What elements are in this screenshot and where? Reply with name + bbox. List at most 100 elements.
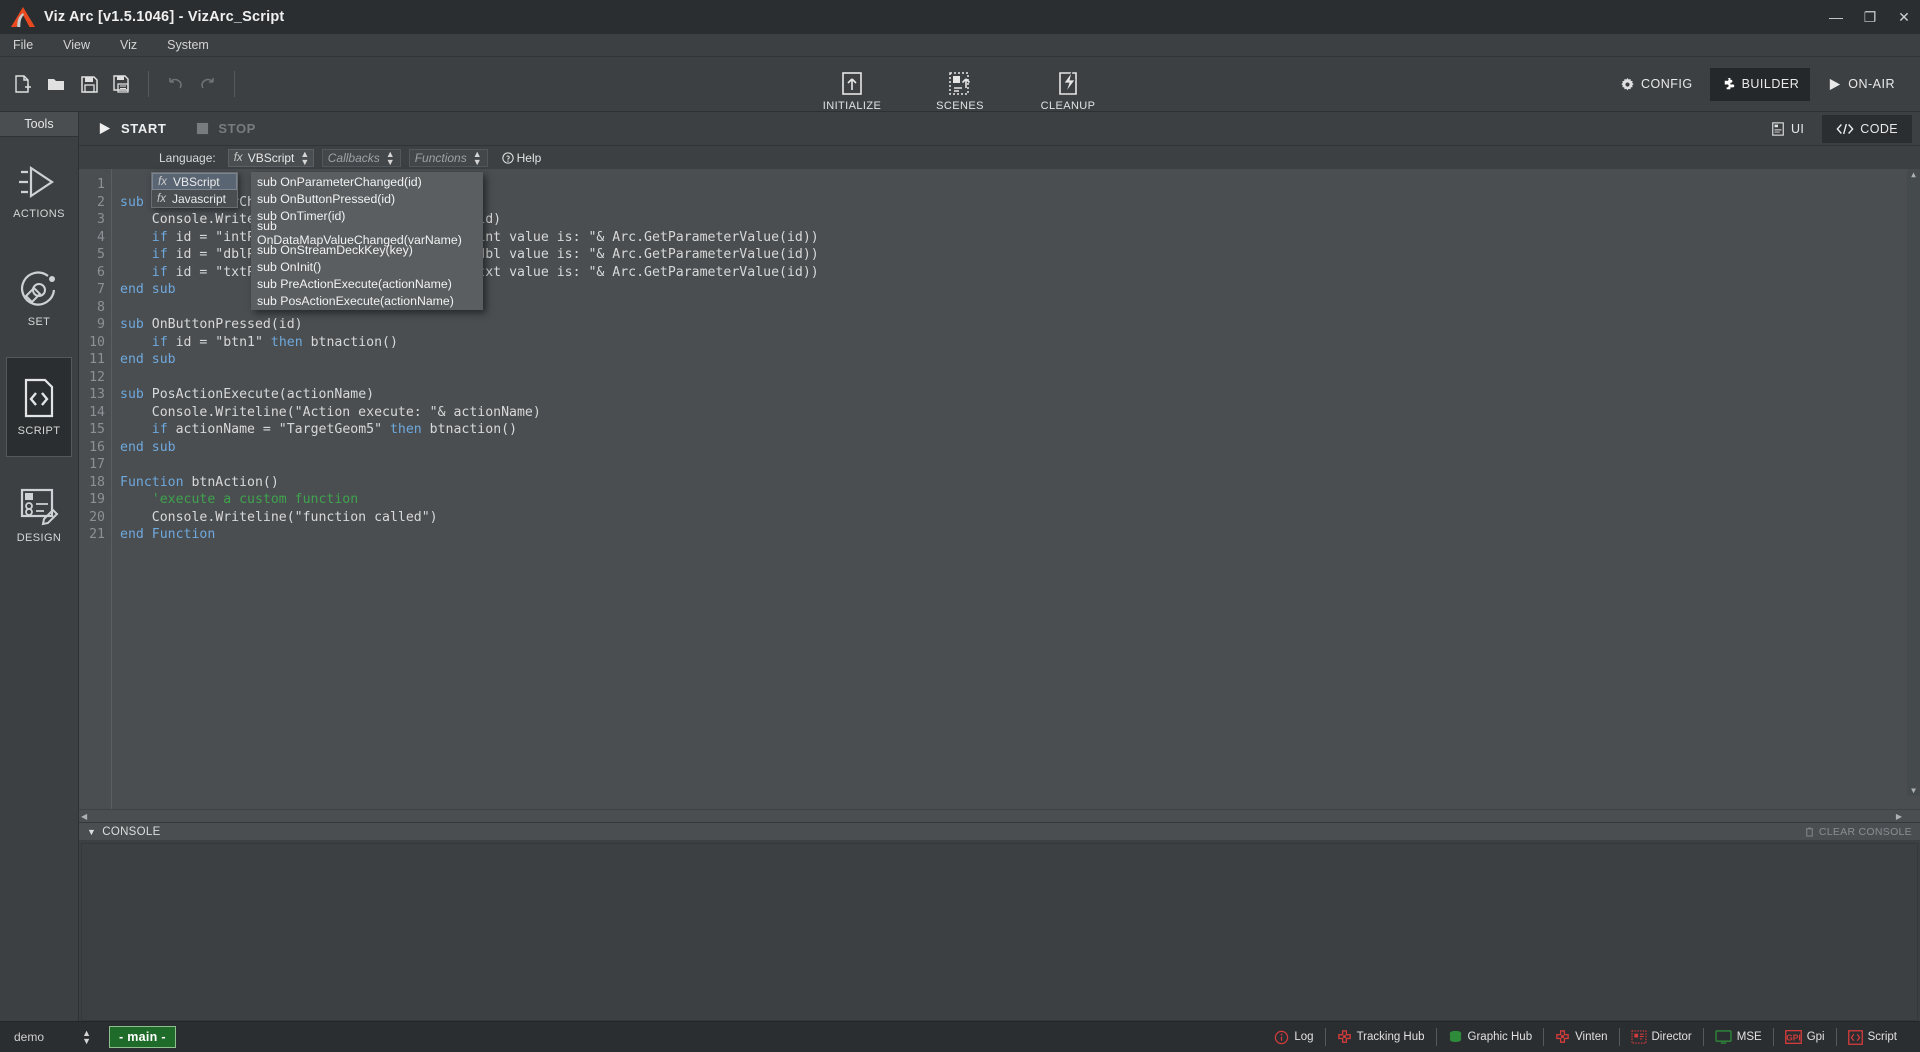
- on-air-mode-button[interactable]: ON-AIR: [1816, 68, 1906, 101]
- status-item-log[interactable]: Log: [1263, 1030, 1324, 1045]
- start-button[interactable]: START: [97, 121, 166, 136]
- undo-icon[interactable]: [160, 69, 190, 99]
- callback-option[interactable]: sub OnButtonPressed(id): [251, 190, 483, 207]
- console-output[interactable]: [81, 843, 1918, 1021]
- code-line: end sub: [120, 351, 1920, 369]
- scroll-up-icon[interactable]: ▲: [1907, 169, 1920, 180]
- menu-viz[interactable]: Viz: [117, 36, 140, 54]
- sidebar-item-set[interactable]: SET: [6, 249, 72, 349]
- question-icon: [501, 151, 514, 164]
- stop-button[interactable]: STOP: [196, 121, 256, 136]
- status-item-director[interactable]: Director: [1620, 1030, 1703, 1044]
- scenes-button[interactable]: SCENES: [923, 71, 997, 112]
- line-number: 9: [97, 317, 105, 332]
- console-header[interactable]: ▼ CONSOLE CLEAR CONSOLE: [79, 822, 1920, 841]
- chevron-updown-icon: ▲ ▼: [472, 148, 482, 167]
- builder-mode-label: BUILDER: [1741, 77, 1800, 91]
- ui-view-label: UI: [1790, 121, 1805, 136]
- code-token: if: [151, 334, 176, 350]
- code-icon: [1836, 122, 1854, 136]
- callback-option[interactable]: sub PreActionExecute(actionName): [251, 275, 483, 292]
- code-token: PosActionExecute(actionName): [151, 387, 375, 402]
- language-option-javascript[interactable]: fx Javascript: [152, 190, 237, 207]
- view-toggle-group: UI CODE: [1757, 114, 1912, 143]
- window-controls: — ❐ ✕: [1828, 0, 1912, 34]
- code-line: Function btnAction(): [120, 474, 1920, 492]
- save-as-icon[interactable]: [107, 69, 137, 99]
- code-token: Function: [120, 474, 192, 490]
- status-item-gpi[interactable]: GPI Gpi: [1774, 1030, 1836, 1044]
- chevron-down-icon[interactable]: ▼: [87, 827, 96, 837]
- sidebar-item-design[interactable]: DESIGN: [6, 465, 72, 565]
- status-item-graphic-hub[interactable]: Graphic Hub: [1437, 1030, 1544, 1044]
- redo-icon[interactable]: [193, 69, 223, 99]
- scroll-right-icon[interactable]: ▶: [1896, 811, 1902, 822]
- sidebar-item-actions[interactable]: ACTIONS: [6, 141, 72, 241]
- line-number: 1: [97, 177, 105, 192]
- scroll-left-icon[interactable]: ◀: [81, 811, 87, 822]
- editor-horizontal-scrollbar[interactable]: ◀ ▶: [79, 809, 1920, 822]
- profile-select[interactable]: demo ▲ ▼: [10, 1027, 95, 1047]
- menu-bar: File View Viz System: [0, 34, 1920, 57]
- language-option-vbscript[interactable]: fx VBScript: [152, 173, 237, 190]
- ui-icon: [1771, 121, 1785, 136]
- editor-vertical-scrollbar[interactable]: ▲ ▼: [1907, 169, 1920, 796]
- callbacks-select[interactable]: Callbacks ▲ ▼: [321, 148, 401, 167]
- callback-option[interactable]: sub OnInit(): [251, 258, 483, 275]
- code-line: 'execute a custom function: [120, 491, 1920, 509]
- code-view-button[interactable]: CODE: [1822, 114, 1912, 143]
- status-item-mse[interactable]: MSE: [1704, 1030, 1773, 1044]
- open-folder-icon[interactable]: [41, 69, 71, 99]
- status-item-tracking-hub[interactable]: Tracking Hub: [1326, 1029, 1436, 1045]
- callback-option[interactable]: sub PosActionExecute(actionName): [251, 292, 483, 309]
- chevron-updown-icon: ▲ ▼: [82, 1028, 91, 1046]
- toolbar-divider: [148, 71, 149, 97]
- save-icon[interactable]: [74, 69, 104, 99]
- cleanup-button[interactable]: CLEANUP: [1031, 71, 1105, 112]
- config-mode-button[interactable]: CONFIG: [1609, 68, 1704, 101]
- title-bar: Viz Arc [v1.5.1046] - VizArc_Script — ❐ …: [0, 0, 1920, 34]
- branch-badge[interactable]: - main -: [109, 1026, 176, 1048]
- status-item-script[interactable]: Script: [1837, 1029, 1908, 1045]
- functions-select[interactable]: Functions ▲ ▼: [408, 148, 488, 167]
- initialize-button[interactable]: INITIALIZE: [815, 71, 889, 112]
- language-select[interactable]: fx VBScript ▲ ▼: [227, 148, 314, 167]
- line-number: 17: [89, 457, 105, 472]
- actions-icon: [18, 162, 60, 202]
- line-number: 10: [89, 334, 105, 350]
- code-line: end Function: [120, 526, 1920, 544]
- clear-console-button[interactable]: CLEAR CONSOLE: [1805, 826, 1912, 838]
- line-number: 21: [89, 527, 105, 542]
- menu-system[interactable]: System: [164, 36, 212, 54]
- code-token: btnAction(): [191, 474, 279, 490]
- menu-view[interactable]: View: [60, 36, 93, 54]
- line-number-gutter: 1 2 3 4 5 6 7 8 9 10 11 12 13 14 15 16 17 18 19 20 21: [79, 169, 112, 809]
- callbacks-dropdown[interactable]: sub OnParameterChanged(id) sub OnButtonPr…: [251, 172, 483, 310]
- sidebar-label-set: SET: [27, 316, 51, 328]
- maximize-button[interactable]: ❐: [1862, 9, 1878, 26]
- menu-file[interactable]: File: [10, 36, 36, 54]
- chevron-updown-icon: ▲ ▼: [385, 148, 395, 167]
- code-token: btnaction(): [310, 334, 398, 350]
- line-number: 12: [89, 369, 105, 385]
- callback-option[interactable]: sub OnParameterChanged(id): [251, 173, 483, 190]
- line-number: 11: [89, 352, 105, 367]
- callback-option[interactable]: sub OnDataMapValueChanged(varName): [251, 219, 483, 247]
- code-token: if: [151, 422, 176, 437]
- new-file-icon[interactable]: [8, 69, 38, 99]
- minimize-button[interactable]: —: [1828, 9, 1844, 25]
- status-item-label: Log: [1294, 1031, 1314, 1043]
- trash-icon: [1805, 827, 1814, 837]
- close-button[interactable]: ✕: [1896, 9, 1912, 26]
- builder-mode-button[interactable]: BUILDER: [1709, 67, 1811, 101]
- line-number: 4: [97, 229, 105, 245]
- language-dropdown[interactable]: fx VBScript fx Javascript: [151, 172, 238, 208]
- help-button[interactable]: Help: [501, 151, 541, 165]
- scroll-down-icon[interactable]: ▼: [1907, 785, 1920, 796]
- code-token: then: [389, 422, 430, 437]
- status-item-vinten[interactable]: Vinten: [1544, 1029, 1618, 1045]
- ui-view-button[interactable]: UI: [1757, 115, 1818, 143]
- sidebar-item-script[interactable]: SCRIPT: [6, 357, 72, 457]
